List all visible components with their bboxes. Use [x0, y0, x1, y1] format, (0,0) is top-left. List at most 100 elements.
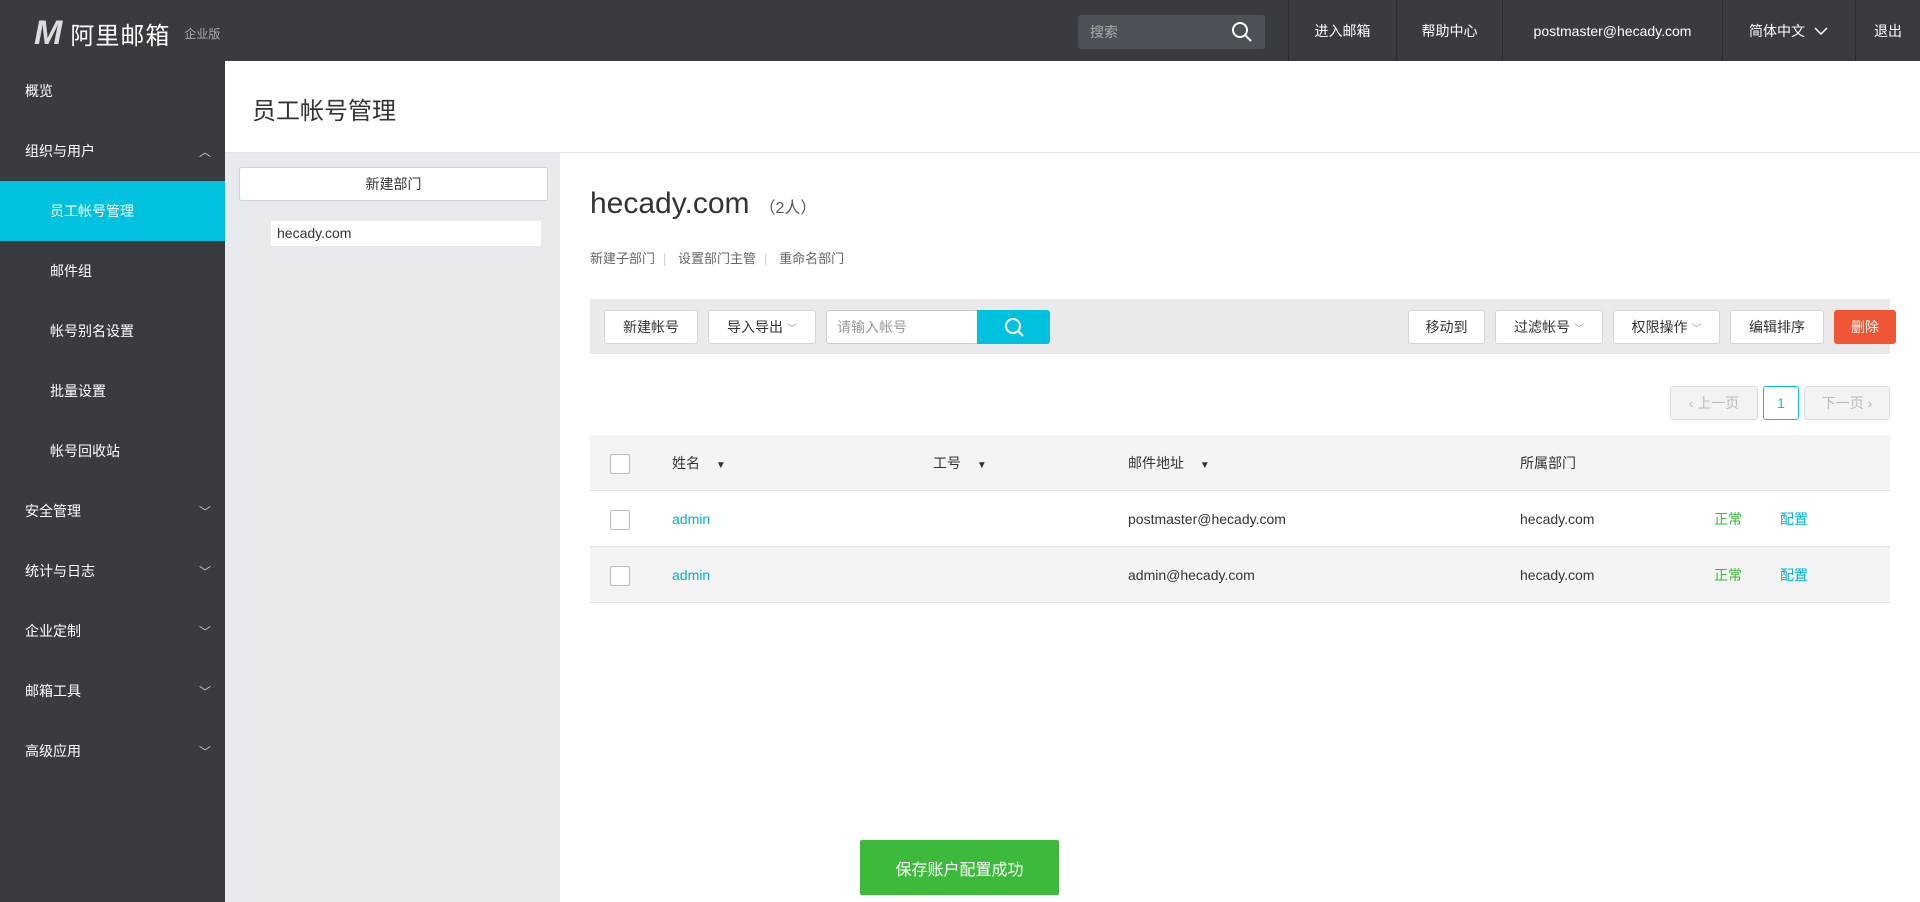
header-name[interactable]: 姓名 ▼ — [672, 435, 726, 494]
status-badge: 正常 — [1714, 567, 1742, 583]
nav-help-center[interactable]: 帮助中心 — [1396, 0, 1502, 61]
sidebar-item-label: 统计与日志 — [25, 563, 95, 579]
account-email: postmaster@hecady.com — [1128, 511, 1286, 527]
account-search-button[interactable] — [977, 310, 1050, 344]
chevron-down-icon: ﹀ — [198, 744, 211, 759]
button-label: 编辑排序 — [1749, 319, 1805, 335]
header-label: 姓名 — [672, 455, 700, 471]
configure-link[interactable]: 配置 — [1780, 547, 1808, 603]
sidebar-item-overview[interactable]: 概览 — [0, 61, 225, 121]
sidebar-item-mail-groups[interactable]: 邮件组 — [0, 241, 225, 301]
sidebar-item-label: 组织与用户 — [25, 143, 95, 159]
delete-button[interactable]: 删除 — [1834, 310, 1896, 344]
sidebar-item-recycle-bin[interactable]: 帐号回收站 — [0, 421, 225, 481]
header-department: 所属部门 — [1520, 455, 1576, 471]
row-checkbox[interactable] — [610, 510, 630, 530]
row-checkbox[interactable] — [610, 566, 630, 586]
chevron-down-icon: ﹀ — [198, 624, 211, 639]
sidebar-item-staff-accounts[interactable]: 员工帐号管理 — [0, 181, 225, 241]
search-icon[interactable] — [1231, 21, 1253, 43]
table-row: admin postmaster@hecady.com hecady.com 正… — [590, 491, 1890, 547]
edit-sort-button[interactable]: 编辑排序 — [1730, 310, 1824, 344]
status-badge: 正常 — [1714, 511, 1742, 527]
page-header: 员工帐号管理 — [225, 61, 1920, 153]
toolbar: 新建帐号 导入导出 ﹀ 请输入帐号 移动到 过滤帐号 ﹀ 权限操作 ﹀ 编辑排序 删除 — [590, 299, 1896, 354]
header-employee-id[interactable]: 工号 ▼ — [933, 435, 987, 494]
import-export-button[interactable]: 导入导出 ﹀ — [708, 310, 816, 344]
set-manager-link[interactable]: 设置部门主管 — [678, 251, 756, 266]
sidebar-item-label: 批量设置 — [50, 383, 106, 399]
sidebar-item-mail-tools[interactable]: 邮箱工具 ﹀ — [0, 661, 225, 721]
sidebar-item-label: 概览 — [25, 83, 53, 99]
logo[interactable]: M 阿里邮箱 企业版 — [34, 14, 220, 53]
button-label: 过滤帐号 — [1514, 319, 1570, 335]
department-panel: 新建部门 hecady.com — [225, 153, 560, 902]
chevron-down-icon — [1814, 26, 1828, 35]
language-select[interactable]: 简体中文 — [1722, 0, 1855, 61]
move-to-button[interactable]: 移动到 — [1408, 310, 1485, 344]
account-name-link[interactable]: admin — [672, 547, 710, 603]
sidebar-item-label: 帐号别名设置 — [50, 323, 134, 339]
header-email[interactable]: 邮件地址 ▼ — [1128, 435, 1210, 494]
nav-enter-mailbox[interactable]: 进入邮箱 — [1288, 0, 1396, 61]
sort-down-icon: ▼ — [715, 460, 726, 471]
sidebar-item-stats-logs[interactable]: 统计与日志 ﹀ — [0, 541, 225, 601]
sidebar-item-org-users[interactable]: 组织与用户 ︿ — [0, 121, 225, 181]
sidebar-item-customization[interactable]: 企业定制 ﹀ — [0, 601, 225, 661]
permission-actions-button[interactable]: 权限操作 ﹀ — [1613, 310, 1720, 344]
select-all-checkbox[interactable] — [610, 454, 630, 474]
top-bar: M 阿里邮箱 企业版 搜索 进入邮箱 帮助中心 postmaster@hecad… — [0, 0, 1920, 61]
accounts-table: 姓名 ▼ 工号 ▼ 邮件地址 ▼ 所属部门 admin postmaster@h… — [590, 435, 1890, 603]
header-label: 邮件地址 — [1128, 455, 1184, 471]
sidebar-item-aliases[interactable]: 帐号别名设置 — [0, 301, 225, 361]
account-email: admin@hecady.com — [1128, 567, 1255, 583]
top-search-input[interactable]: 搜索 — [1078, 15, 1265, 49]
success-toast: 保存账户配置成功 — [860, 840, 1059, 895]
account-department: hecady.com — [1520, 511, 1595, 527]
table-row: admin admin@hecady.com hecady.com 正常 配置 — [590, 547, 1890, 603]
page-title: 员工帐号管理 — [252, 98, 396, 125]
prev-page-button[interactable]: ‹ 上一页 — [1670, 386, 1758, 420]
account-search-input[interactable]: 请输入帐号 — [826, 310, 977, 344]
sidebar-item-label: 员工帐号管理 — [50, 203, 134, 219]
chevron-down-icon: ﹀ — [198, 504, 211, 519]
header-label: 工号 — [933, 455, 961, 471]
filter-accounts-button[interactable]: 过滤帐号 ﹀ — [1495, 310, 1603, 344]
nav-label: postmaster@hecady.com — [1533, 22, 1692, 39]
rename-department-link[interactable]: 重命名部门 — [779, 251, 844, 266]
sidebar-item-label: 帐号回收站 — [50, 443, 120, 459]
sort-down-icon: ▼ — [1199, 460, 1210, 471]
sidebar-item-label: 企业定制 — [25, 623, 81, 639]
nav-label: 进入邮箱 — [1314, 22, 1371, 39]
department-tree-item[interactable]: hecady.com — [271, 221, 541, 246]
page-1-button[interactable]: 1 — [1763, 386, 1799, 420]
sidebar-item-batch-settings[interactable]: 批量设置 — [0, 361, 225, 421]
new-account-button[interactable]: 新建帐号 — [604, 310, 698, 344]
logo-text: 阿里邮箱 — [70, 23, 171, 50]
nav-label: 简体中文 — [1749, 22, 1805, 39]
new-subdepartment-link[interactable]: 新建子部门 — [590, 251, 655, 266]
chevron-down-icon: ﹀ — [198, 564, 211, 579]
button-label: 权限操作 — [1631, 319, 1688, 335]
sidebar-item-advanced[interactable]: 高级应用 ﹀ — [0, 721, 225, 781]
nav-logout[interactable]: 退出 — [1855, 0, 1920, 61]
member-count: （2人） — [759, 200, 817, 217]
chevron-down-icon: ﹀ — [1574, 323, 1584, 335]
nav-label: 帮助中心 — [1421, 22, 1478, 39]
sidebar-item-security[interactable]: 安全管理 ﹀ — [0, 481, 225, 541]
new-department-button[interactable]: 新建部门 — [239, 167, 548, 201]
sidebar-item-label: 高级应用 — [25, 743, 81, 759]
chevron-up-icon: ︿ — [198, 144, 211, 159]
logo-mark: M — [34, 14, 63, 52]
sidebar: 概览 组织与用户 ︿ 员工帐号管理 邮件组 帐号别名设置 批量设置 帐号回收站 安… — [0, 61, 225, 902]
sidebar-item-label: 邮箱工具 — [25, 683, 81, 699]
domain-name: hecady.com — [590, 187, 750, 220]
configure-link[interactable]: 配置 — [1780, 491, 1808, 547]
chevron-down-icon: ﹀ — [787, 323, 797, 335]
account-name-link[interactable]: admin — [672, 491, 710, 547]
chevron-down-icon: ﹀ — [198, 684, 211, 699]
nav-label: 退出 — [1874, 22, 1902, 39]
next-page-button[interactable]: 下一页 › — [1804, 386, 1890, 420]
nav-user-email[interactable]: postmaster@hecady.com — [1502, 0, 1722, 61]
table-header: 姓名 ▼ 工号 ▼ 邮件地址 ▼ 所属部门 — [590, 435, 1890, 491]
